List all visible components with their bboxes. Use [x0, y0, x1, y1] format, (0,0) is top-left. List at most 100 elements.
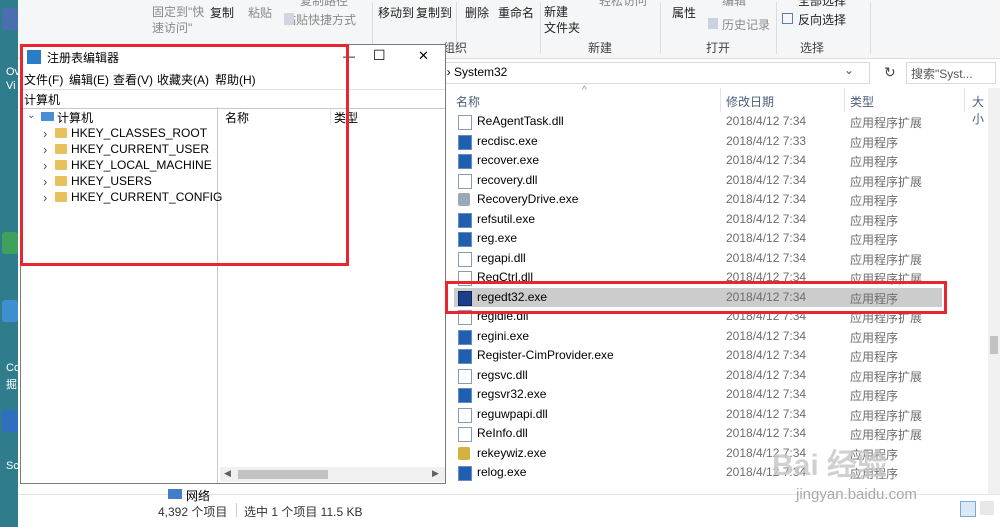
easy-access-button[interactable]: 轻松访问 [599, 0, 647, 9]
file-row[interactable]: regapi.dll 2018/4/12 7:34 应用程序扩展 [454, 249, 942, 268]
file-row[interactable]: reg.exe 2018/4/12 7:34 应用程序 [454, 229, 942, 248]
rename-button[interactable]: 重命名 [498, 4, 534, 21]
horizontal-scrollbar[interactable]: ◀ ▶ [220, 467, 445, 482]
column-header-type[interactable]: 类型 [850, 93, 874, 110]
file-name: recover.exe [477, 153, 540, 167]
scrollbar-thumb[interactable] [238, 470, 328, 479]
file-row[interactable]: recovery.dll 2018/4/12 7:34 应用程序扩展 [454, 171, 942, 190]
search-input[interactable]: 搜索"Syst... [906, 62, 996, 84]
file-date: 2018/4/12 7:34 [726, 231, 807, 245]
paste-shortcut-icon [284, 13, 294, 25]
close-button[interactable]: ✕ [418, 48, 429, 64]
properties-button[interactable]: 属性 [672, 4, 696, 21]
file-date: 2018/4/12 7:34 [726, 348, 807, 362]
file-type: 应用程序扩展 [850, 116, 923, 130]
paste-button[interactable]: 粘贴 [248, 4, 272, 21]
new-folder-button[interactable]: 新建 文件夹 [544, 4, 580, 36]
file-row[interactable]: regsvr32.exe 2018/4/12 7:34 应用程序 [454, 385, 942, 404]
file-row[interactable]: RecoveryDrive.exe 2018/4/12 7:34 应用程序 [454, 190, 942, 209]
file-date: 2018/4/12 7:34 [726, 192, 807, 206]
file-name: ReInfo.dll [477, 426, 528, 440]
maximize-button[interactable]: ☐ [373, 47, 386, 64]
copy-to-button[interactable]: 复制到 [416, 4, 452, 21]
file-row[interactable]: recover.exe 2018/4/12 7:34 应用程序 [454, 151, 942, 170]
address-dropdown[interactable]: ⌄ [844, 63, 854, 77]
paste-shortcut-button[interactable]: 粘贴快捷方式 [284, 11, 356, 28]
highlight-box-regedit [20, 44, 349, 266]
scroll-right-icon[interactable]: ▶ [432, 468, 439, 479]
details-view-icon[interactable] [960, 501, 976, 517]
column-divider[interactable] [964, 88, 965, 112]
file-date: 2018/4/12 7:34 [726, 114, 807, 128]
dll-file-icon [458, 407, 472, 423]
file-name: relog.exe [477, 465, 527, 479]
file-type: 应用程序 [850, 350, 899, 364]
file-name: reguwpapi.dll [477, 406, 548, 421]
group-label-select: 选择 [800, 41, 825, 55]
nav-network-label[interactable]: 网络 [186, 487, 210, 504]
exe-file-icon [458, 212, 472, 228]
network-icon[interactable] [168, 489, 182, 499]
file-row[interactable]: Register-CimProvider.exe 2018/4/12 7:34 应用… [454, 346, 942, 365]
desktop-icon[interactable] [2, 410, 18, 432]
desktop-icon[interactable] [2, 300, 18, 322]
address-bar[interactable]: ows › System32 ⌄ [413, 62, 870, 84]
invert-selection-button[interactable]: 反向选择 [798, 11, 846, 28]
file-row[interactable]: recdisc.exe 2018/4/12 7:33 应用程序 [454, 132, 942, 151]
file-name: regini.exe [477, 328, 530, 343]
group-label-new: 新建 [588, 41, 613, 55]
exe-file-icon [458, 388, 472, 403]
refresh-icon[interactable]: ↻ [884, 64, 896, 81]
dll-file-icon [458, 427, 472, 442]
ribbon-divider [870, 2, 871, 54]
column-divider[interactable] [844, 88, 845, 112]
pin-quick-access-button[interactable]: 固定到"快 速访问" [152, 4, 204, 36]
selection-info: 选中 1 个项目 11.5 KB [244, 505, 363, 519]
sort-up-icon: ^ [582, 85, 587, 96]
desktop-label: Sc [6, 460, 19, 472]
file-row[interactable]: regsvc.dll 2018/4/12 7:34 应用程序扩展 [454, 366, 942, 385]
file-name: recovery.dll [477, 172, 538, 187]
file-name: reg.exe [477, 231, 518, 245]
column-header-size[interactable]: 大小 [972, 93, 986, 127]
file-type: 应用程序 [850, 213, 899, 228]
scroll-left-icon[interactable]: ◀ [224, 468, 231, 479]
move-to-button[interactable]: 移动到 [378, 4, 414, 21]
edit-button[interactable]: 编辑 [722, 0, 746, 9]
dll-file-icon [458, 251, 472, 267]
file-row[interactable]: regini.exe 2018/4/12 7:34 应用程序 [454, 327, 942, 346]
search-placeholder: 搜索"Syst... [911, 67, 973, 81]
dll-file-icon [458, 115, 472, 130]
copy-path-button[interactable]: 复制路径 [300, 0, 348, 9]
file-name: regapi.dll [477, 250, 526, 265]
file-name: regsvc.dll [477, 367, 528, 382]
file-row[interactable]: reguwpapi.dll 2018/4/12 7:34 应用程序扩展 [454, 405, 942, 424]
scrollbar-thumb[interactable] [990, 336, 998, 354]
exe-file-icon [458, 466, 472, 481]
file-row[interactable]: ReAgentTask.dll 2018/4/12 7:34 应用程序扩展 [454, 112, 942, 131]
desktop-label: 掘 [6, 379, 17, 391]
dll-file-icon [458, 368, 472, 384]
file-name: RecoveryDrive.exe [477, 192, 579, 206]
desktop-icon[interactable] [2, 232, 18, 254]
dll-file-icon [458, 173, 472, 189]
tiles-view-icon[interactable] [980, 501, 994, 515]
vertical-scrollbar[interactable] [988, 88, 1000, 494]
select-all-button[interactable]: 全部选择 [798, 0, 846, 9]
ribbon-divider [660, 2, 661, 54]
exe-file-icon [458, 134, 472, 150]
file-row[interactable]: refsutil.exe 2018/4/12 7:34 应用程序 [454, 210, 942, 229]
history-icon [708, 18, 718, 29]
drive-file-icon [458, 193, 470, 206]
column-header-name[interactable]: 名称 [456, 93, 480, 110]
delete-button[interactable]: 删除 [465, 4, 489, 21]
file-date: 2018/4/12 7:34 [726, 250, 807, 265]
group-label-organize: 组织 [443, 41, 468, 55]
desktop-icon[interactable] [2, 8, 18, 30]
copy-button[interactable]: 复制 [210, 4, 234, 21]
column-divider[interactable] [720, 88, 721, 112]
history-button[interactable]: 历史记录 [722, 16, 770, 33]
file-date: 2018/4/12 7:34 [726, 328, 807, 343]
file-type: 应用程序扩展 [850, 408, 923, 423]
column-header-date[interactable]: 修改日期 [726, 93, 774, 110]
